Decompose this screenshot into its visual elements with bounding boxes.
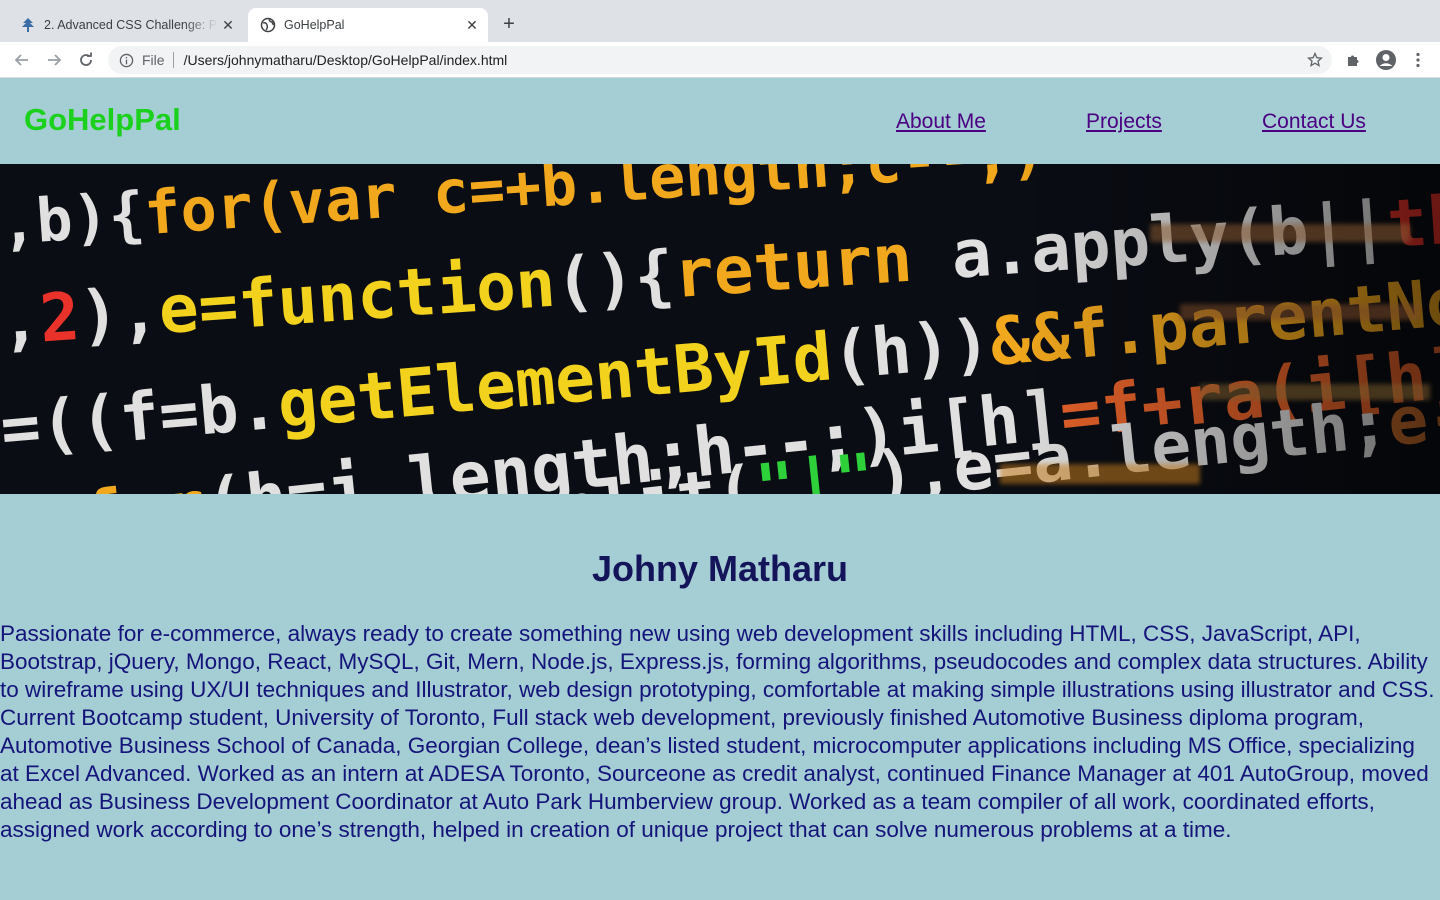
arrow-right-icon[interactable]	[42, 48, 66, 72]
browser-tab-strip: 2. Advanced CSS Challenge: Profes ✕ GoHe…	[0, 0, 1440, 42]
info-icon[interactable]	[118, 52, 134, 68]
account-icon[interactable]	[1374, 48, 1398, 72]
site-header: GoHelpPal About Me Projects Contact Us	[0, 78, 1440, 164]
tab-title: GoHelpPal	[284, 18, 345, 32]
nav-link-contact-us[interactable]: Contact Us	[1262, 110, 1366, 134]
nav-link-projects[interactable]: Projects	[1086, 110, 1162, 134]
close-tab-icon[interactable]: ✕	[462, 15, 482, 35]
new-tab-button[interactable]: +	[498, 13, 520, 35]
hero-code-image: ,b){for(var c=+b.length;c--;) ,2),e=func…	[0, 164, 1440, 494]
url-scheme: File	[142, 52, 165, 68]
kebab-menu-icon[interactable]	[1406, 48, 1430, 72]
reload-icon[interactable]	[74, 48, 98, 72]
browser-toolbar: File /Users/johnymatharu/Desktop/GoHelpP…	[0, 42, 1440, 78]
puzzle-icon[interactable]	[1342, 48, 1366, 72]
about-paragraph: Passionate for e-commerce, always ready …	[0, 621, 1435, 842]
nav-link-about-me[interactable]: About Me	[896, 110, 986, 134]
address-bar[interactable]: File /Users/johnymatharu/Desktop/GoHelpP…	[108, 46, 1332, 74]
tab-title: 2. Advanced CSS Challenge: Profes	[44, 18, 218, 32]
site-logo[interactable]: GoHelpPal	[24, 102, 181, 138]
url-text[interactable]: /Users/johnymatharu/Desktop/GoHelpPal/in…	[184, 52, 1304, 68]
tab-gohelppal[interactable]: GoHelpPal ✕	[248, 8, 488, 42]
about-title: Johny Matharu	[591, 548, 849, 589]
close-tab-icon[interactable]: ✕	[218, 15, 238, 35]
url-separator	[172, 52, 174, 68]
tab-advanced-css[interactable]: 2. Advanced CSS Challenge: Profes ✕	[8, 8, 244, 42]
tree-icon	[20, 17, 36, 33]
star-icon[interactable]	[1304, 49, 1326, 71]
arrow-left-icon[interactable]	[10, 48, 34, 72]
globe-icon	[260, 17, 276, 33]
